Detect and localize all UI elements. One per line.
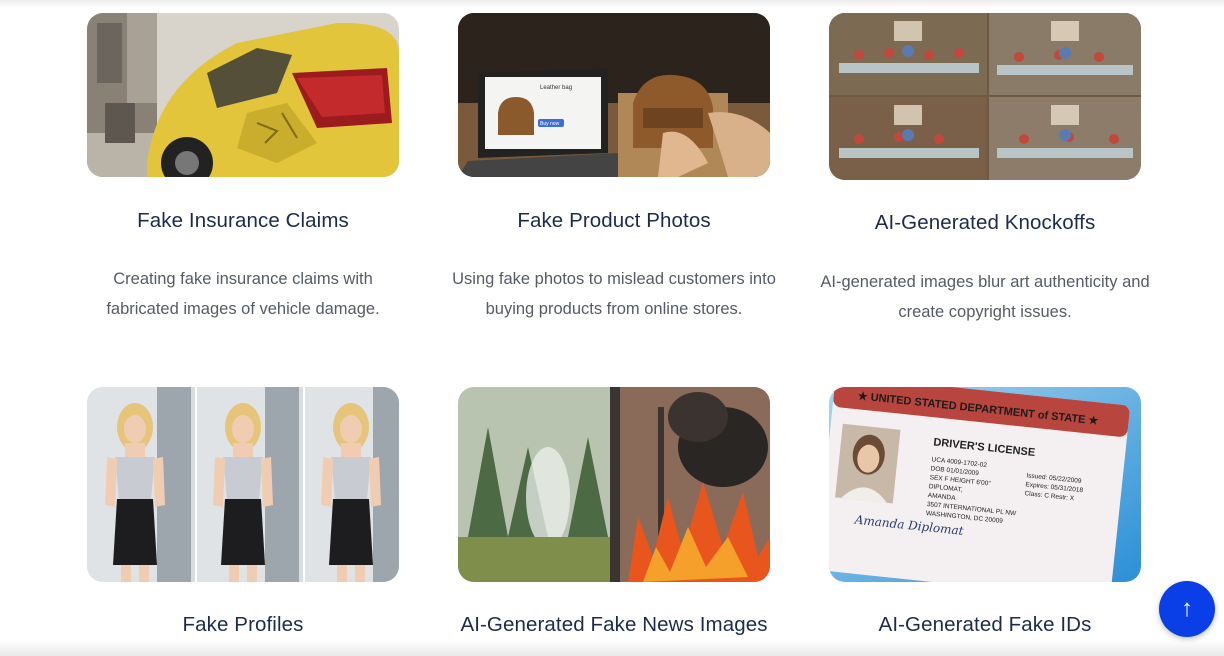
header-shadow — [0, 0, 1224, 8]
drivers-license-image: ★ UNITED STATED DEPARTMENT of STATE ★ DR… — [829, 387, 1141, 582]
card-title: AI-Generated Fake IDs — [878, 613, 1092, 636]
laptop-bag-image: Leather bag Buy now — [458, 13, 770, 177]
card-title: Fake Insurance Claims — [137, 209, 349, 232]
card-title: Fake Profiles — [182, 613, 304, 636]
card-description: Creating fake insurance claims with fabr… — [106, 270, 380, 318]
damaged-car-image — [87, 13, 399, 177]
card-description: AI-generated images blur art authenticit… — [820, 273, 1150, 321]
card-description: Using fake photos to mislead customers i… — [452, 270, 776, 318]
last-supper-grid-image — [829, 13, 1141, 180]
scroll-to-top-button[interactable]: ↑ — [1159, 581, 1215, 637]
card-title: AI-Generated Fake News Images — [460, 613, 768, 636]
buy-now-text: Buy now — [540, 121, 560, 127]
card-title: Fake Product Photos — [517, 209, 711, 232]
arrow-up-icon: ↑ — [1181, 595, 1193, 622]
portrait-triptych-image — [87, 387, 399, 582]
footer-shadow — [0, 640, 1224, 656]
card-title: AI-Generated Knockoffs — [874, 211, 1096, 234]
forest-fire-image — [458, 387, 770, 582]
product-screen-title: Leather bag — [540, 85, 572, 91]
